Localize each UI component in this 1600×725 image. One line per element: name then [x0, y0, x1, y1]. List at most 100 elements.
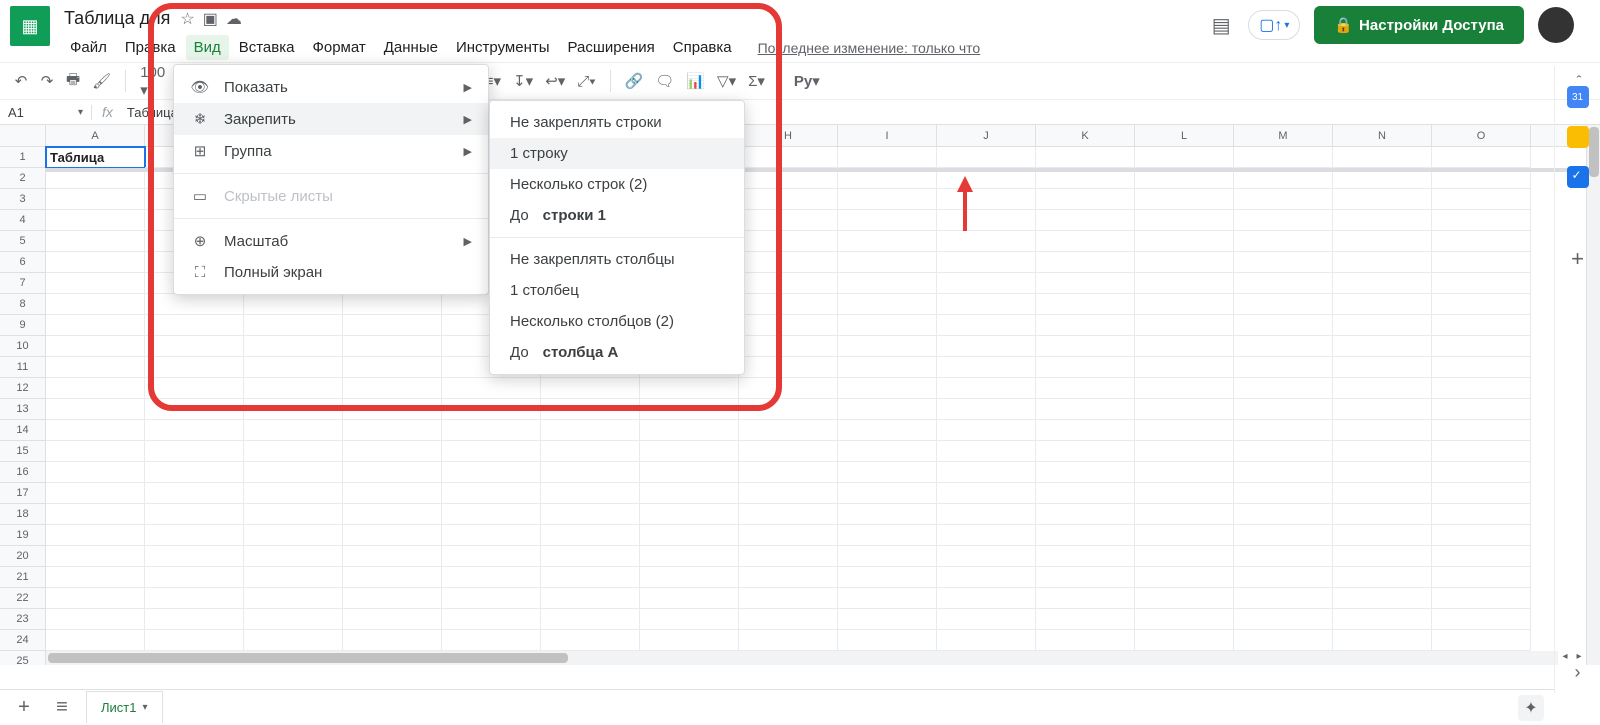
cell[interactable] — [1333, 273, 1432, 294]
cell[interactable] — [838, 189, 937, 210]
cell[interactable] — [244, 525, 343, 546]
cell[interactable] — [541, 588, 640, 609]
cell[interactable] — [640, 588, 739, 609]
cell[interactable] — [1432, 357, 1531, 378]
cell[interactable] — [1333, 231, 1432, 252]
horizontal-scrollbar[interactable] — [46, 651, 1558, 665]
cell[interactable] — [343, 483, 442, 504]
row-header[interactable]: 13 — [0, 399, 46, 420]
column-header[interactable]: J — [937, 125, 1036, 146]
star-icon[interactable]: ☆ — [180, 9, 194, 29]
cell[interactable] — [739, 504, 838, 525]
cell[interactable] — [343, 336, 442, 357]
cell[interactable] — [541, 609, 640, 630]
cell[interactable] — [244, 441, 343, 462]
cell[interactable] — [1036, 420, 1135, 441]
cell[interactable] — [739, 588, 838, 609]
cell[interactable] — [1135, 189, 1234, 210]
cell[interactable] — [145, 357, 244, 378]
cell[interactable] — [46, 630, 145, 651]
cell[interactable] — [1036, 294, 1135, 315]
all-sheets-button[interactable]: ≡ — [48, 696, 76, 719]
cell[interactable] — [1135, 525, 1234, 546]
cell[interactable] — [838, 399, 937, 420]
functions-button[interactable]: Σ▾ — [744, 67, 769, 95]
cell[interactable] — [46, 567, 145, 588]
cell[interactable] — [1234, 462, 1333, 483]
sheets-app-icon[interactable]: ▦ — [10, 6, 50, 46]
cell[interactable] — [1432, 273, 1531, 294]
valign-button[interactable]: ↧▾ — [509, 67, 537, 95]
cell[interactable] — [1135, 273, 1234, 294]
cell[interactable] — [1333, 525, 1432, 546]
cell[interactable] — [1333, 399, 1432, 420]
cell[interactable] — [46, 462, 145, 483]
document-title[interactable]: Таблица для — [64, 8, 170, 29]
cell[interactable] — [937, 315, 1036, 336]
cell[interactable] — [838, 462, 937, 483]
cell[interactable] — [343, 567, 442, 588]
cell[interactable] — [343, 294, 442, 315]
cell[interactable] — [145, 294, 244, 315]
cell[interactable] — [244, 357, 343, 378]
cell[interactable] — [244, 462, 343, 483]
cell[interactable] — [343, 420, 442, 441]
cell[interactable] — [640, 504, 739, 525]
tasks-icon[interactable] — [1567, 166, 1589, 188]
cell[interactable] — [46, 504, 145, 525]
cell[interactable] — [1036, 147, 1135, 168]
cell[interactable] — [838, 357, 937, 378]
select-all-corner[interactable] — [0, 125, 46, 146]
cell[interactable] — [145, 504, 244, 525]
cell[interactable] — [343, 378, 442, 399]
cell[interactable] — [244, 420, 343, 441]
cell[interactable] — [640, 462, 739, 483]
cell[interactable] — [838, 630, 937, 651]
row-header[interactable]: 15 — [0, 441, 46, 462]
row-header[interactable]: 23 — [0, 609, 46, 630]
row-header[interactable]: 17 — [0, 483, 46, 504]
cell[interactable] — [442, 630, 541, 651]
cell[interactable] — [838, 147, 937, 168]
cell[interactable] — [244, 483, 343, 504]
row-header[interactable]: 19 — [0, 525, 46, 546]
cell[interactable] — [145, 378, 244, 399]
move-folder-icon[interactable]: ▣ — [203, 9, 218, 29]
cell[interactable] — [145, 441, 244, 462]
cell[interactable] — [442, 420, 541, 441]
cell[interactable] — [145, 546, 244, 567]
cell[interactable] — [1036, 336, 1135, 357]
submenu-item[interactable]: 1 столбец — [490, 275, 744, 306]
menu-item[interactable]: ⊞Группа▶ — [174, 135, 488, 167]
cell[interactable] — [1036, 441, 1135, 462]
cell[interactable] — [244, 567, 343, 588]
menu-item[interactable]: ❄Закрепить▶ — [174, 103, 488, 135]
cell[interactable] — [343, 357, 442, 378]
cell[interactable] — [1036, 609, 1135, 630]
comments-icon[interactable]: ▤ — [1208, 12, 1234, 38]
cell[interactable] — [838, 588, 937, 609]
row-header[interactable]: 14 — [0, 420, 46, 441]
cell[interactable] — [937, 231, 1036, 252]
cell[interactable] — [838, 294, 937, 315]
cell[interactable] — [1234, 399, 1333, 420]
cell[interactable] — [1135, 399, 1234, 420]
cell[interactable] — [1036, 210, 1135, 231]
cell[interactable] — [937, 357, 1036, 378]
cell[interactable] — [1036, 231, 1135, 252]
cell[interactable] — [1234, 210, 1333, 231]
cell[interactable] — [1333, 462, 1432, 483]
cell[interactable] — [442, 609, 541, 630]
cell[interactable] — [1036, 273, 1135, 294]
row-header[interactable]: 16 — [0, 462, 46, 483]
link-button[interactable]: 🔗 — [621, 67, 648, 95]
cell[interactable] — [1135, 441, 1234, 462]
cell[interactable] — [838, 420, 937, 441]
cell[interactable] — [46, 378, 145, 399]
cell[interactable] — [541, 525, 640, 546]
cell[interactable] — [46, 210, 145, 231]
cell[interactable] — [1036, 378, 1135, 399]
cell[interactable] — [46, 609, 145, 630]
column-header[interactable]: L — [1135, 125, 1234, 146]
cell[interactable] — [1036, 357, 1135, 378]
